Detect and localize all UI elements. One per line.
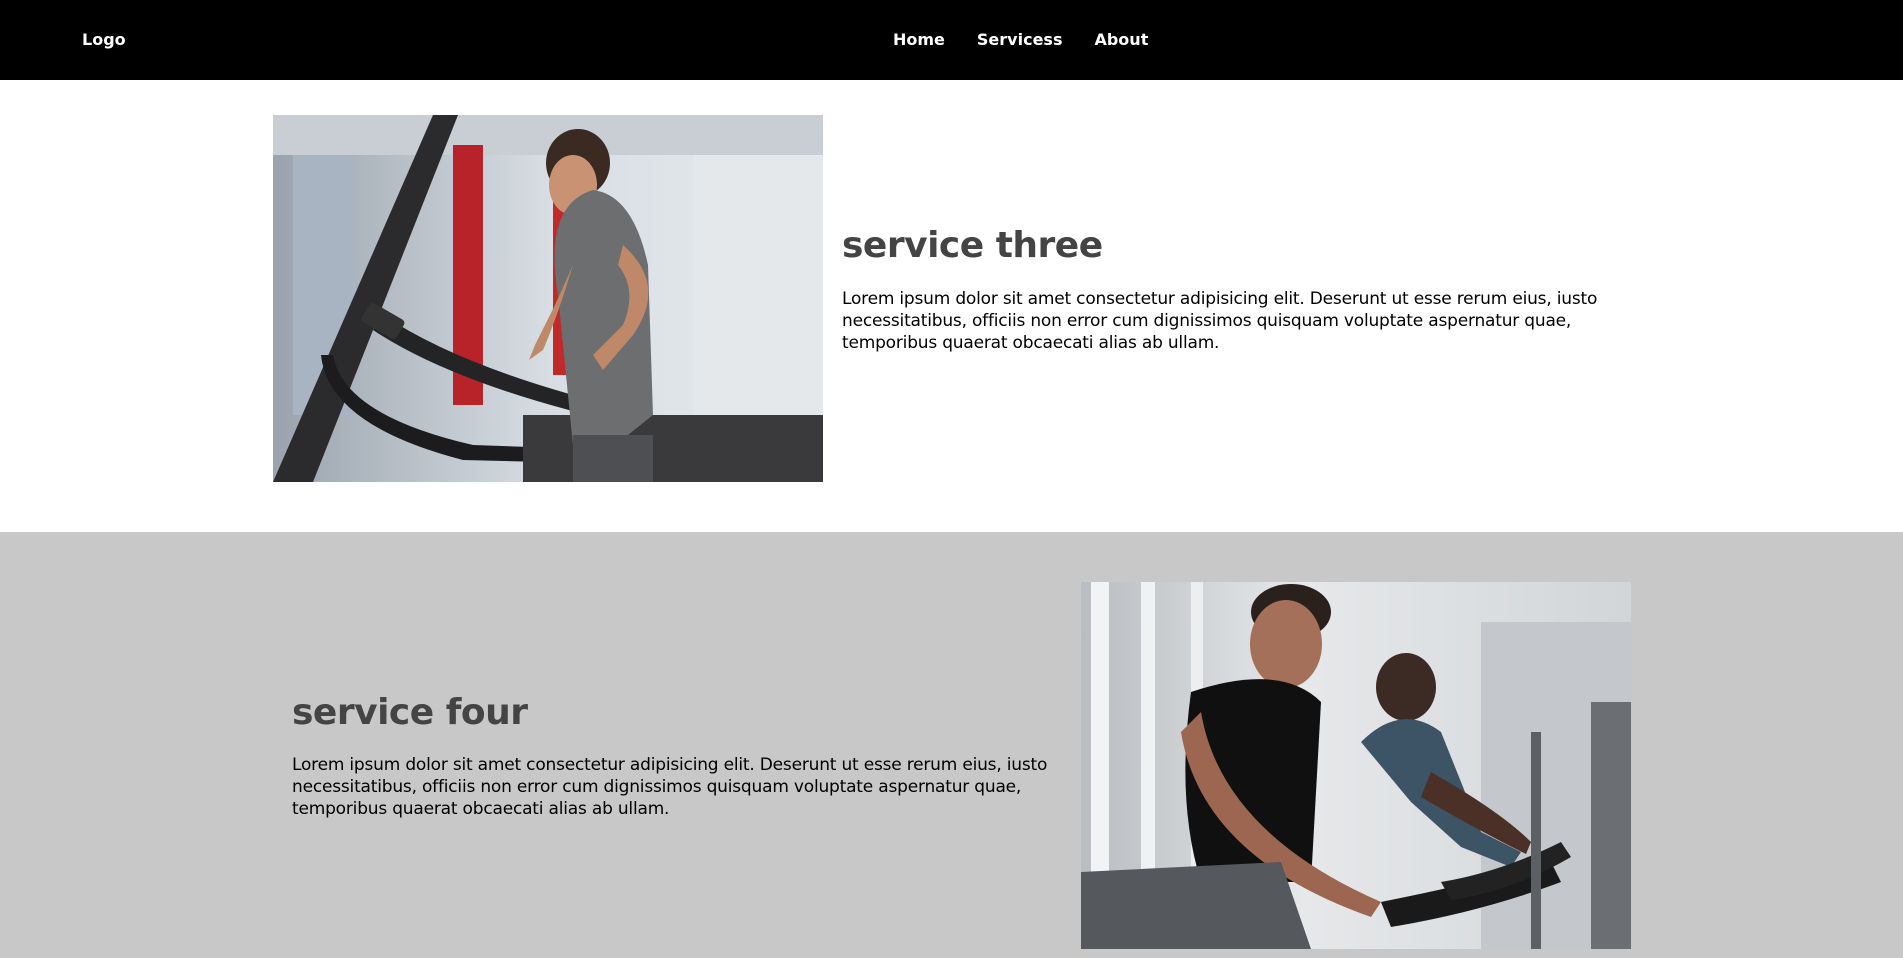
nav-link-services[interactable]: Servicess (977, 30, 1063, 49)
service-four-title: service four (292, 692, 528, 733)
service-three-description: Lorem ipsum dolor sit amet consectetur a… (842, 289, 1598, 353)
service-four-section: service four Lorem ipsum dolor sit amet … (0, 532, 1903, 958)
nav-links: Home Servicess About (893, 30, 1180, 49)
exercise-bike-photo (1081, 582, 1631, 949)
logo[interactable]: Logo (82, 30, 126, 49)
service-three-section: service three Lorem ipsum dolor sit amet… (0, 80, 1903, 532)
nav-link-about[interactable]: About (1094, 30, 1148, 49)
service-three-title: service three (842, 225, 1103, 266)
navbar: Logo Home Servicess About (0, 0, 1903, 80)
treadmill-photo (273, 115, 823, 482)
nav-link-home[interactable]: Home (893, 30, 945, 49)
service-four-description: Lorem ipsum dolor sit amet consectetur a… (292, 755, 1048, 819)
